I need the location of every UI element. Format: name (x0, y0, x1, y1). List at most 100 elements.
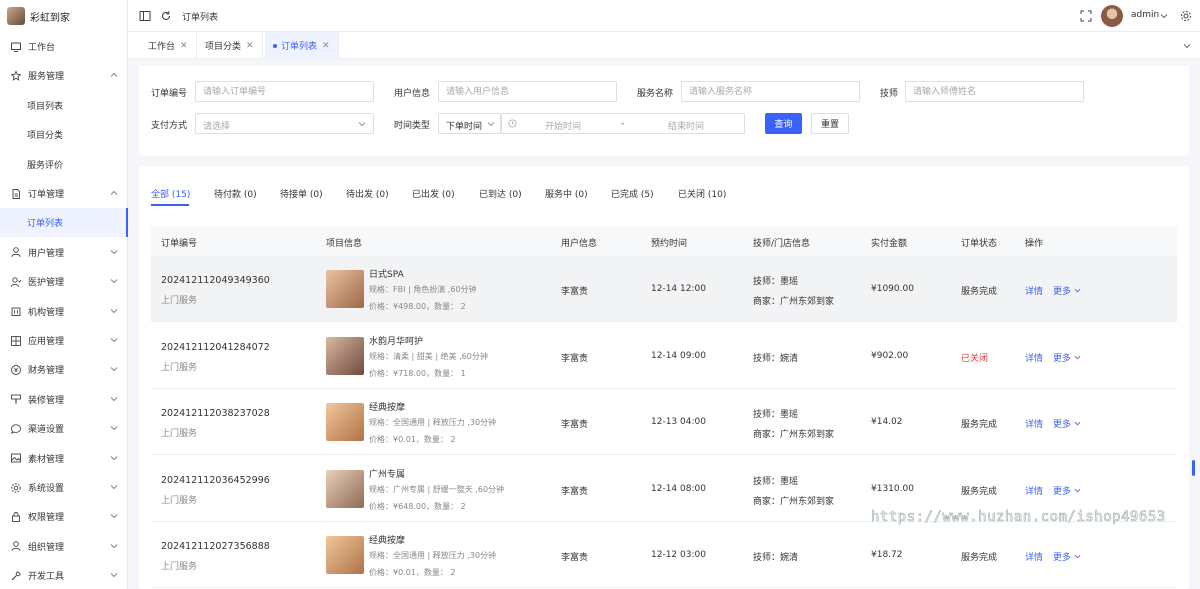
tool-icon (10, 570, 22, 582)
sidebar-item[interactable]: 开发工具 (0, 561, 128, 589)
page-tabs-bar: 工作台 ✕ 项目分类 ✕ 订单列表 ✕ (128, 32, 1200, 59)
table-row[interactable]: 202412112049349360 上门服务 日式SPA 规格：FBI | 角色扮演… (151, 256, 1177, 322)
close-icon[interactable]: ✕ (322, 41, 330, 51)
service-spec: 规格：全国通用 | 释放压力 ,30分钟 (369, 551, 497, 560)
start-time-placeholder: 开始时间 (545, 122, 582, 132)
sidebar-item[interactable]: 工作台 (0, 32, 128, 61)
sidebar-item[interactable]: 财务管理 (0, 355, 128, 384)
sidebar-item[interactable]: 项目列表 (0, 91, 128, 120)
user-info-input[interactable] (438, 81, 617, 102)
sidebar-item[interactable]: 渠道设置 (0, 414, 128, 443)
status-tab[interactable]: 全部 (15) (151, 187, 190, 200)
service-thumbnail (326, 469, 364, 508)
collapse-sidebar-icon[interactable] (139, 10, 151, 22)
detail-link[interactable]: 详情 (1025, 284, 1043, 297)
sidebar-item[interactable]: 应用管理 (0, 326, 128, 355)
order-status: 服务完成 (961, 553, 998, 563)
service-price: 价格：¥498.00，数量： 2 (369, 302, 466, 311)
chevron-down-icon (110, 308, 118, 313)
order-status: 已关闭 (961, 353, 989, 364)
sidebar-item[interactable]: 素材管理 (0, 444, 128, 473)
user-name: 李富贵 (561, 287, 589, 297)
username[interactable]: admin (1131, 10, 1159, 20)
page-tab-category[interactable]: 项目分类 ✕ (197, 32, 263, 59)
sidebar-item[interactable]: 订单列表 (0, 208, 128, 238)
service-name-input[interactable] (681, 81, 860, 102)
fullscreen-icon[interactable] (1080, 10, 1092, 22)
pay-method-placeholder: 请选择 (203, 122, 231, 132)
order-status: 服务完成 (961, 486, 998, 497)
col-order-no: 订单编号 (161, 239, 198, 249)
user-icon (10, 540, 22, 552)
page-tab-workbench[interactable]: 工作台 ✕ (140, 32, 197, 59)
chevron-down-icon (1074, 488, 1081, 492)
app-logo[interactable]: 彩虹到家 (0, 0, 127, 32)
close-icon[interactable]: ✕ (246, 41, 254, 51)
sidebar-item[interactable]: 用户管理 (0, 238, 128, 267)
sidebar-item[interactable]: 医护管理 (0, 267, 128, 296)
status-tab[interactable]: 已到达 (0) (479, 187, 522, 200)
service-thumbnail (326, 536, 364, 574)
page-tab-order-list[interactable]: 订单列表 ✕ (265, 32, 339, 59)
detail-link[interactable]: 详情 (1025, 484, 1043, 497)
sidebar-item-label: 医护管理 (28, 278, 65, 289)
detail-link[interactable]: 详情 (1025, 351, 1043, 364)
grid-icon (10, 335, 22, 347)
tabs-dropdown-icon[interactable] (1183, 42, 1191, 50)
technician-name: 技师：墨瑶 (753, 410, 799, 420)
pay-method-select[interactable]: 请选择 (195, 113, 374, 134)
time-type-select[interactable]: 下单时间 (438, 113, 501, 134)
sidebar-item[interactable]: 机构管理 (0, 297, 128, 326)
table-row[interactable]: 202412112038237028 上门服务 经典按摩 规格：全国通用 | 释放压力… (151, 389, 1177, 455)
settings-icon[interactable] (1180, 10, 1192, 22)
clock-icon (508, 119, 517, 128)
col-user-info: 用户信息 (561, 239, 598, 249)
table-row[interactable]: 202412112027356888 上门服务 经典按摩 规格：全国通用 | 释放压力… (151, 522, 1177, 588)
more-dropdown[interactable]: 更多 (1053, 417, 1081, 430)
detail-link[interactable]: 详情 (1025, 550, 1043, 563)
search-button[interactable]: 查询 (765, 113, 802, 134)
sidebar-item-label: 应用管理 (28, 337, 65, 347)
page-tab-label: 工作台 (148, 42, 176, 52)
sidebar-item[interactable]: 装修管理 (0, 385, 128, 414)
sidebar-item[interactable]: 项目分类 (0, 120, 128, 149)
more-dropdown[interactable]: 更多 (1053, 550, 1081, 563)
technician-input[interactable] (905, 81, 1084, 102)
page-tab-label: 订单列表 (281, 42, 318, 52)
status-tab[interactable]: 待出发 (0) (346, 187, 389, 200)
more-dropdown[interactable]: 更多 (1053, 284, 1081, 297)
chevron-up-icon (110, 190, 118, 195)
order-no-input[interactable] (195, 81, 374, 102)
close-icon[interactable]: ✕ (180, 41, 188, 51)
status-tab[interactable]: 待接单 (0) (280, 187, 323, 200)
table-row[interactable]: 202412112041284072 上门服务 水韵月华呵护 规格：清柔 | 甜美 |… (151, 323, 1177, 389)
more-dropdown[interactable]: 更多 (1053, 351, 1081, 364)
service-title: 水韵月华呵护 (369, 336, 424, 347)
active-dot-icon (273, 43, 277, 48)
col-appointment-time: 预约时间 (651, 239, 688, 249)
sidebar-item[interactable]: 服务评价 (0, 150, 128, 179)
refresh-icon[interactable] (160, 10, 172, 22)
status-tab[interactable]: 已关闭 (10) (678, 187, 726, 200)
sidebar-item[interactable]: 服务管理 (0, 61, 128, 90)
avatar[interactable] (1101, 5, 1123, 27)
range-separator: - (621, 119, 625, 129)
sidebar-item[interactable]: 权限管理 (0, 502, 128, 531)
status-tab[interactable]: 服务中 (0) (545, 187, 588, 200)
detail-link[interactable]: 详情 (1025, 417, 1043, 430)
more-dropdown[interactable]: 更多 (1053, 484, 1081, 497)
sidebar-item[interactable]: 系统设置 (0, 473, 128, 502)
technician-name: 技师：墨瑶 (753, 277, 799, 287)
sidebar-item[interactable]: 组织管理 (0, 532, 128, 561)
star-icon (10, 70, 22, 82)
sidebar-item[interactable]: 订单管理 (0, 179, 128, 208)
col-technician-store: 技师/门店信息 (753, 239, 811, 249)
paid-amount: ¥18.72 (871, 550, 903, 560)
scrollbar-thumb[interactable] (1192, 460, 1195, 476)
date-range-picker[interactable]: 开始时间 - 结束时间 (501, 113, 745, 134)
status-tab[interactable]: 已完成 (5) (611, 187, 654, 200)
status-tab[interactable]: 已出发 (0) (412, 187, 455, 200)
reset-button[interactable]: 重置 (811, 113, 849, 134)
status-tab[interactable]: 待付款 (0) (214, 187, 257, 200)
chevron-down-icon[interactable] (1160, 12, 1168, 20)
